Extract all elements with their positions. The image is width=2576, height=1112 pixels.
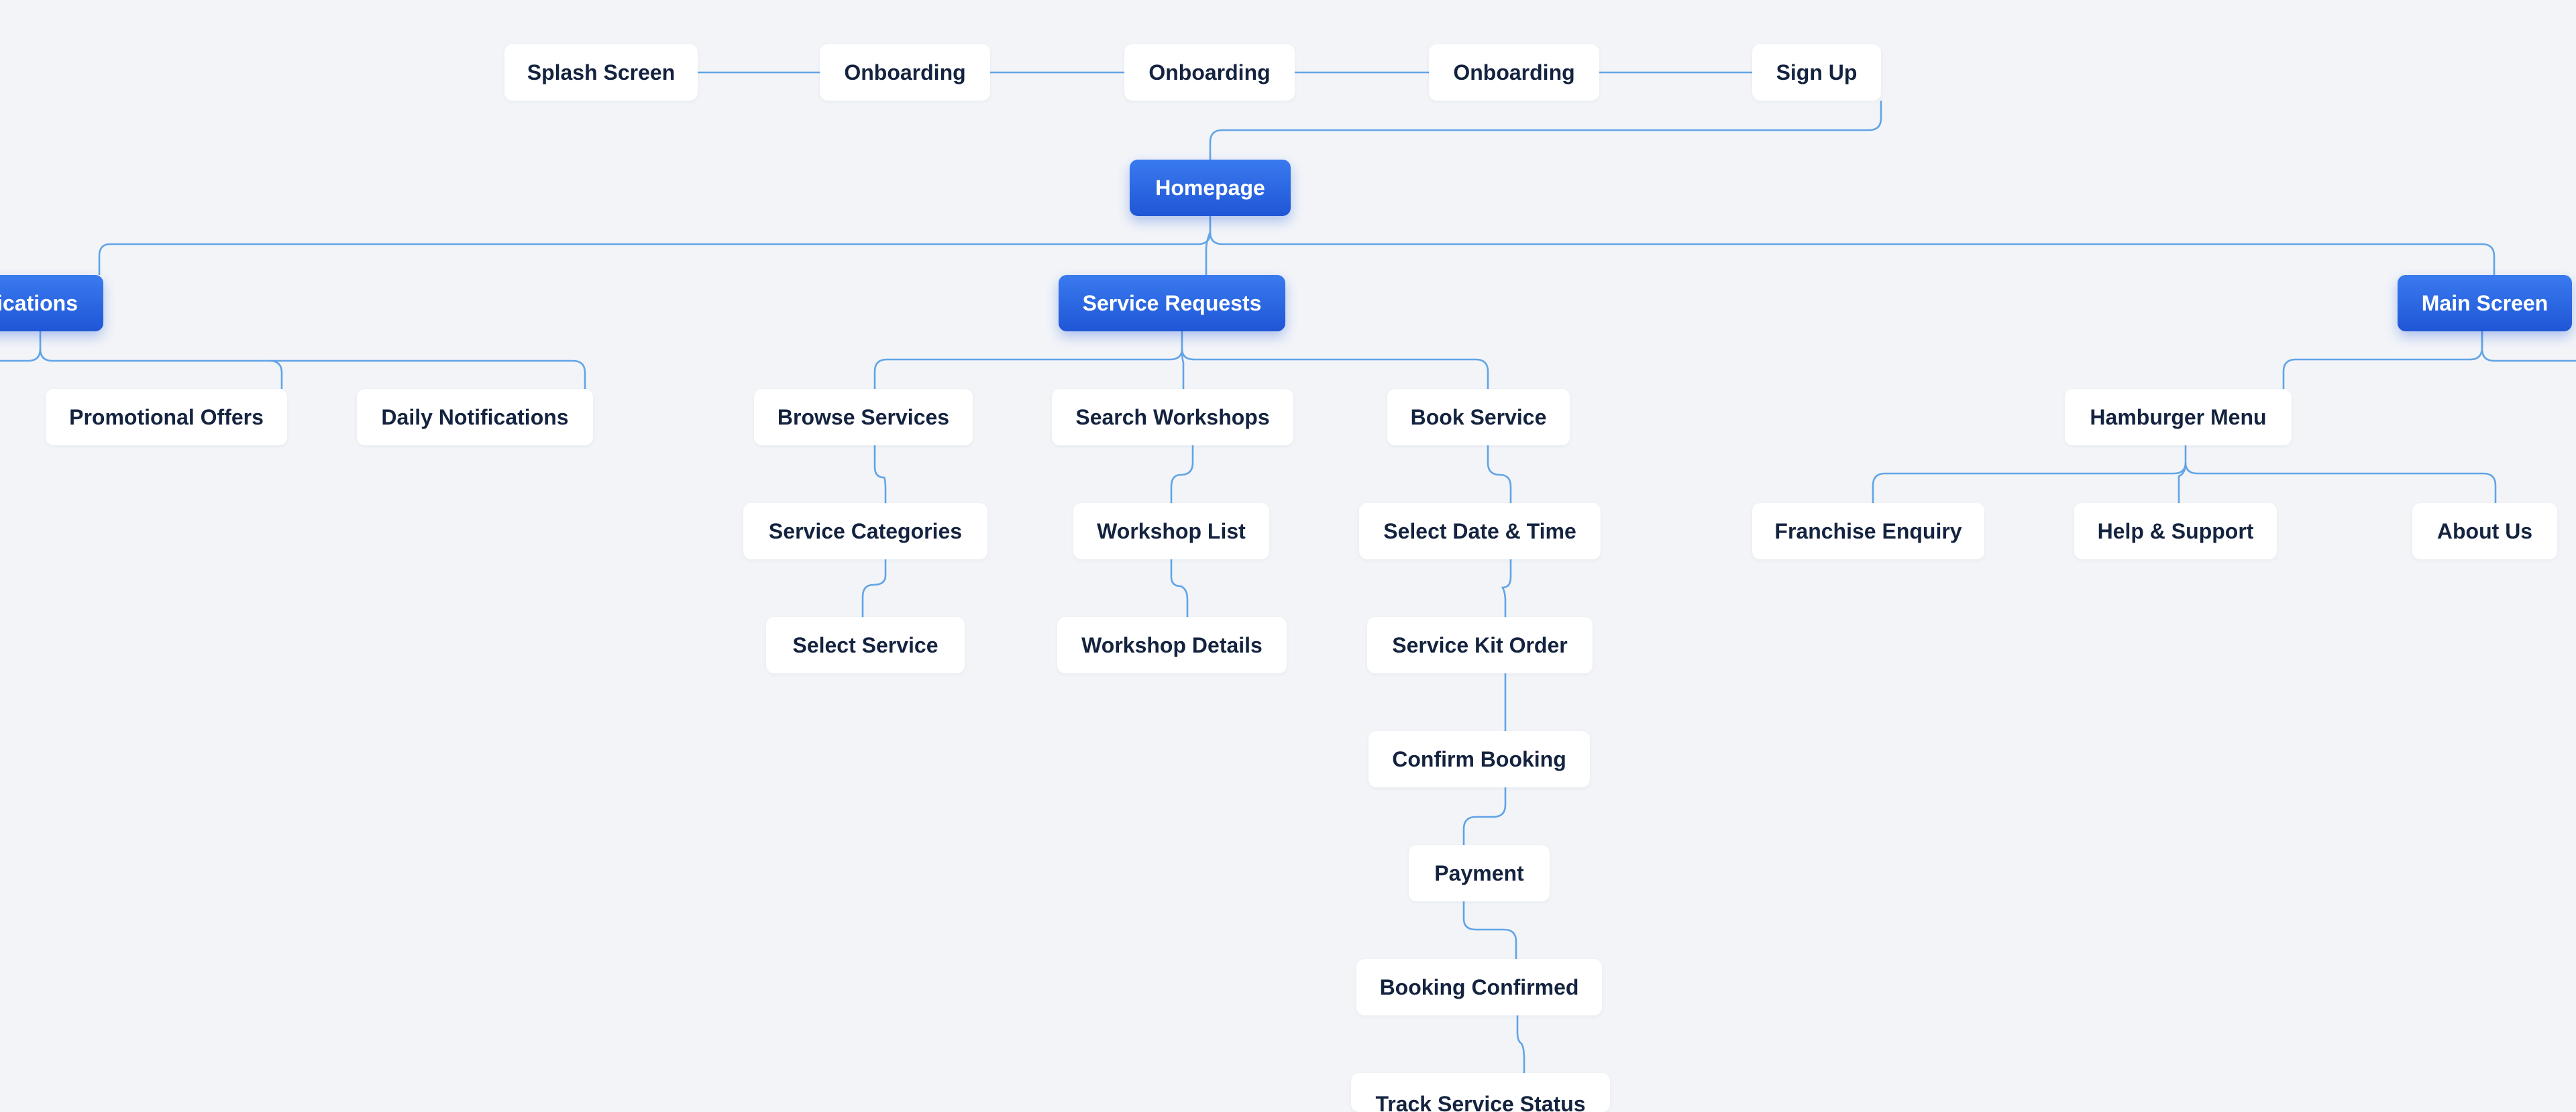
track-service-status-node[interactable]: Track Service Status [1351,1073,1610,1112]
select-service-node[interactable]: Select Service [766,617,965,673]
connector-main-screen-offscreen [2481,331,2576,362]
main-screen-node[interactable]: Main Screen [2398,275,2572,331]
book-service-node[interactable]: Book Service [1387,389,1570,445]
connector-hamburger-help [2178,462,2187,503]
onboarding-node-3[interactable]: Onboarding [1429,44,1599,101]
connector-main-screen-hamburger [2282,331,2483,389]
browse-services-node[interactable]: Browse Services [754,389,973,445]
daily-notifications-node[interactable]: Daily Notifications [357,389,593,445]
connector-homepage-bus-right [1209,231,2496,275]
connector-date-time-kit-order [1501,559,1512,617]
connector-confirmed-track-status [1516,1015,1525,1073]
search-workshops-node[interactable]: Search Workshops [1052,389,1293,445]
help-support-node[interactable]: Help & Support [2074,503,2277,559]
connector-confirm-payment [1462,787,1507,845]
connector-homepage-bus [98,216,1212,275]
connector-categories-select [861,559,887,617]
service-kit-order-node[interactable]: Service Kit Order [1367,617,1593,673]
connector-notifications-children [39,331,283,389]
select-date-time-node[interactable]: Select Date & Time [1359,503,1601,559]
connector-book-date-time [1487,445,1512,503]
connector-service-requests-book [1181,348,1489,389]
splash-screen-node[interactable]: Splash Screen [504,44,698,101]
notifications-node[interactable]: ications [0,275,103,331]
connector-notifications-bus-right [270,359,586,389]
onboarding-node-2[interactable]: Onboarding [1124,44,1295,101]
workshop-list-node[interactable]: Workshop List [1073,503,1269,559]
homepage-node[interactable]: Homepage [1130,160,1291,216]
user-flow-diagram: Splash Screen Onboarding Onboarding Onbo… [0,0,2576,1112]
connector-signup-homepage [1209,101,1882,160]
sign-up-node[interactable]: Sign Up [1752,44,1881,101]
about-us-node[interactable]: About Us [2412,503,2557,559]
connector-search-workshop-list [1170,445,1194,503]
connector-hamburger-franchise [1872,445,2187,503]
onboarding-node-1[interactable]: Onboarding [820,44,990,101]
payment-node[interactable]: Payment [1409,845,1550,901]
connector-service-requests-browse [873,331,1183,389]
franchise-enquiry-node[interactable]: Franchise Enquiry [1752,503,1984,559]
hamburger-menu-node[interactable]: Hamburger Menu [2065,389,2292,445]
connector-list-details [1170,559,1189,617]
workshop-details-node[interactable]: Workshop Details [1057,617,1287,673]
connector-payment-booking-confirmed [1462,901,1517,959]
connector-hamburger-about [2184,462,2497,503]
service-categories-node[interactable]: Service Categories [743,503,987,559]
service-requests-node[interactable]: Service Requests [1059,275,1285,331]
promotional-offers-node[interactable]: Promotional Offers [46,389,287,445]
connector-notifications-offscreen [0,348,42,362]
booking-confirmed-node[interactable]: Booking Confirmed [1356,959,1602,1015]
connector-browse-categories [873,445,887,503]
confirm-booking-node[interactable]: Confirm Booking [1368,731,1590,787]
